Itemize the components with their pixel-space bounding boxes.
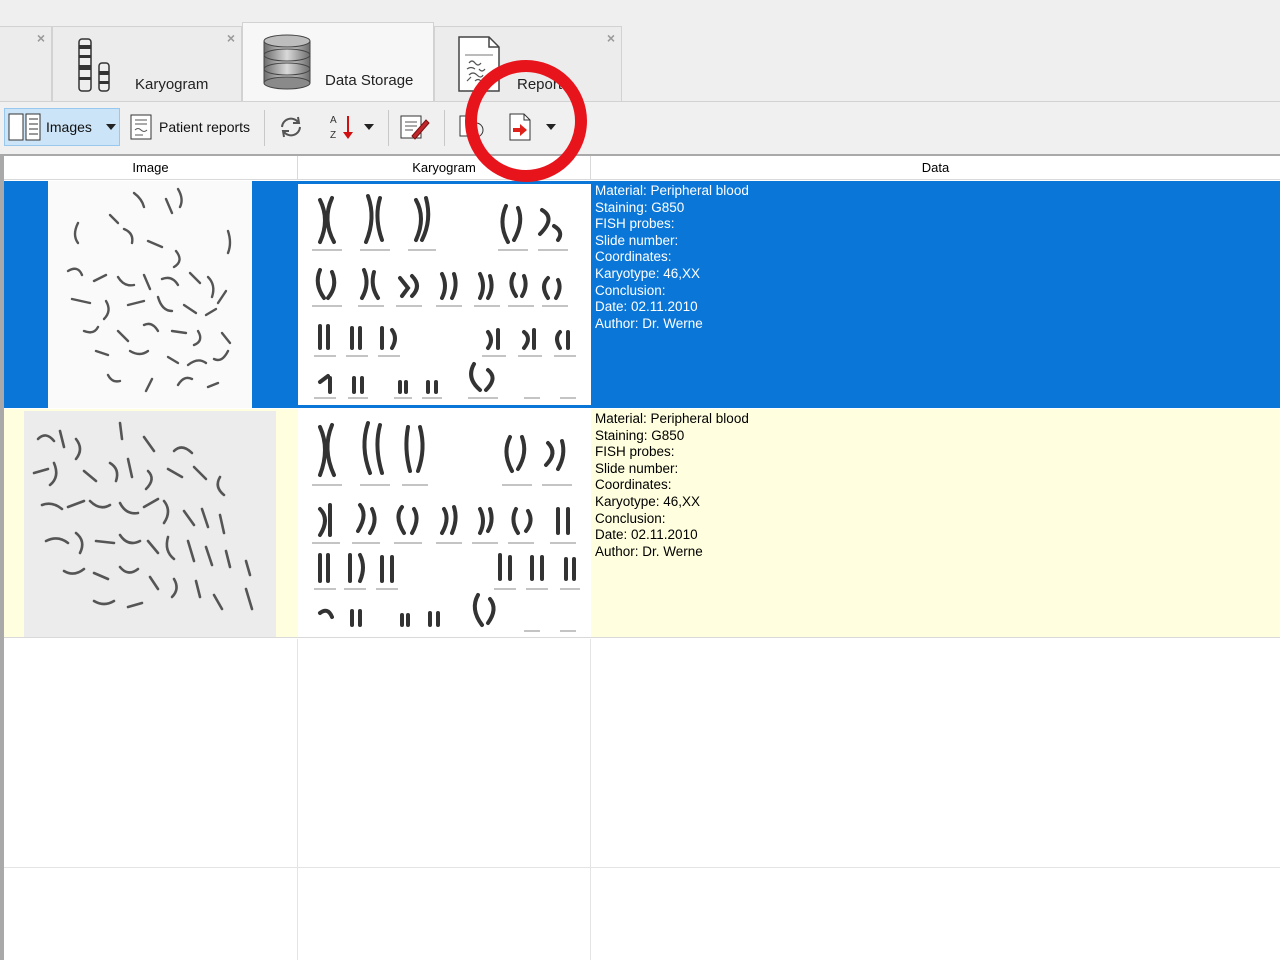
tab-partial[interactable]: × [0, 26, 52, 102]
toolbar: Images Patient reports A Z [0, 102, 1280, 156]
column-header-data[interactable]: Data [591, 156, 1280, 180]
karyogram-cell[interactable] [298, 181, 591, 408]
karyogram-cell[interactable] [298, 409, 591, 637]
chevron-down-icon[interactable] [364, 124, 374, 130]
karyogram-image [312, 194, 576, 399]
tab-strip: × × Karyogram Data Storage × Report [0, 0, 1280, 102]
data-line: Slide number: [595, 460, 679, 476]
patient-reports-icon [130, 114, 152, 140]
data-line: Material: Peripheral blood [595, 183, 749, 198]
image-cell[interactable] [4, 409, 298, 637]
table-row[interactable]: Material: Peripheral blood Staining: G85… [4, 181, 1280, 408]
data-line: FISH probes: [595, 216, 675, 232]
tab-data-storage[interactable]: Data Storage [242, 22, 434, 102]
data-line: Staining: G850 [595, 427, 685, 443]
toolbar-separator [444, 110, 445, 146]
highlight-circle [465, 60, 587, 182]
data-line: Karyotype: 46,XX [595, 265, 701, 281]
table-row[interactable]: Material: Peripheral blood Staining: G85… [4, 409, 1280, 638]
toolbar-separator [388, 110, 389, 146]
toolbar-separator [264, 110, 265, 146]
chevron-down-icon[interactable] [105, 124, 116, 130]
sort-button[interactable]: A Z [326, 108, 380, 146]
tab-label: Data Storage [325, 72, 414, 89]
data-line: Date: 02.11.2010 [595, 527, 698, 543]
data-line: Staining: G850 [595, 199, 685, 215]
data-line: Coordinates: [595, 249, 672, 265]
data-line: Conclusion: [595, 510, 666, 526]
data-cell[interactable]: Material: Peripheral blood Staining: G85… [591, 409, 1280, 637]
grid-divider [590, 639, 591, 960]
refresh-button[interactable] [276, 108, 310, 146]
metaphase-image [24, 411, 276, 637]
svg-text:Z: Z [330, 130, 336, 141]
tab-label: Karyogram [135, 76, 209, 93]
images-label: Images [46, 119, 92, 135]
close-icon[interactable]: × [607, 31, 615, 45]
column-header-image[interactable]: Image [4, 156, 298, 180]
patient-reports-label: Patient reports [159, 119, 251, 135]
refresh-icon [281, 116, 301, 138]
data-line: Conclusion: [595, 282, 666, 298]
data-line: Material: Peripheral blood [595, 411, 749, 426]
data-line: Karyotype: 46,XX [595, 493, 701, 509]
close-icon[interactable]: × [227, 31, 235, 45]
grid-divider [4, 867, 1280, 868]
images-view-button[interactable]: Images [4, 108, 120, 146]
images-view-icon [8, 113, 41, 141]
data-line: Date: 02.11.2010 [595, 299, 698, 315]
metaphase-image [48, 181, 252, 408]
data-line: FISH probes: [595, 444, 675, 460]
sort-az-icon: A Z [330, 115, 353, 141]
data-line: Author: Dr. Werne [595, 315, 703, 331]
data-line: Author: Dr. Werne [595, 543, 703, 559]
edit-icon [400, 115, 430, 140]
patient-reports-button[interactable]: Patient reports [128, 108, 256, 146]
database-icon [263, 34, 311, 90]
svg-text:A: A [330, 115, 337, 126]
edit-button[interactable] [398, 108, 434, 146]
close-icon[interactable]: × [37, 31, 45, 45]
data-line: Coordinates: [595, 477, 672, 493]
karyogram-image [312, 421, 580, 632]
data-cell[interactable]: Material: Peripheral blood Staining: G85… [591, 181, 1280, 408]
image-cell[interactable] [4, 181, 298, 408]
grid-divider [297, 639, 298, 960]
data-line: Slide number: [595, 232, 679, 248]
karyogram-icon [78, 38, 110, 92]
tab-karyogram[interactable]: × Karyogram [52, 26, 242, 102]
data-grid: Image Karyogram Data Material: Periphera… [0, 156, 1280, 960]
